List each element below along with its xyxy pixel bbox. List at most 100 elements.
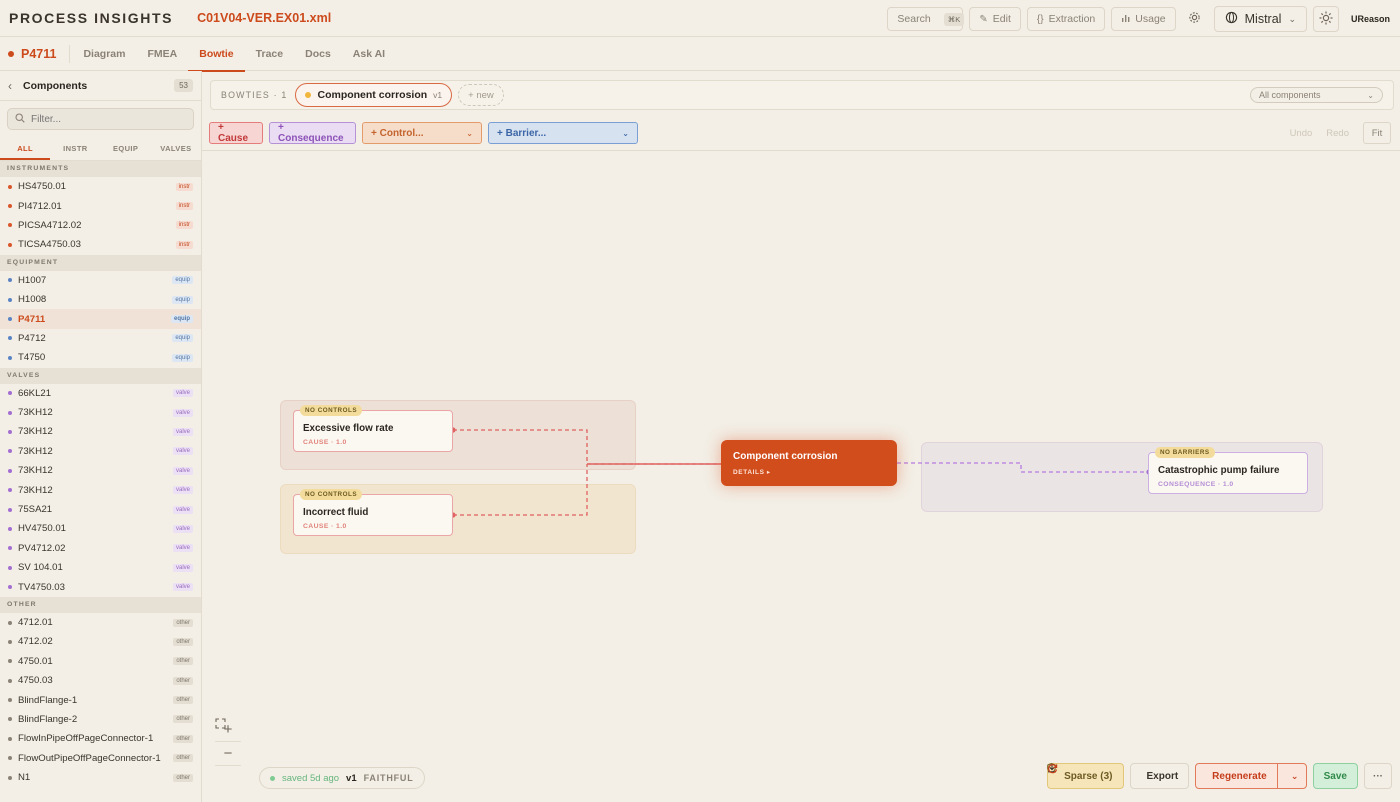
regenerate-options-button[interactable]: ⌄ [1284, 764, 1306, 788]
cause-node[interactable]: NO CONTROLS Excessive flow rate CAUSE · … [293, 405, 453, 452]
cause-node[interactable]: NO CONTROLS Incorrect fluid CAUSE · 1.0 [293, 489, 453, 536]
component-item[interactable]: TV4750.03 valve [0, 577, 201, 596]
component-filter-select[interactable]: All components ⌄ [1250, 87, 1383, 103]
filter-field[interactable] [7, 108, 194, 130]
fullscreen-button[interactable] [215, 718, 241, 790]
component-item[interactable]: H1007 equip [0, 271, 201, 290]
save-status: saved 5d ago v1 FAITHFUL [259, 767, 425, 789]
component-item[interactable]: 75SA21 valve [0, 500, 201, 519]
chevron-left-icon[interactable]: ‹ [8, 79, 12, 93]
model-selector[interactable]: Mistral ⌄ [1213, 6, 1307, 32]
top-bar: PROCESS INSIGHTS C01V04-VER.EX01.xml Sea… [0, 0, 1400, 37]
bowtie-chip-version: v1 [433, 90, 443, 100]
component-name: PV4712.02 [18, 542, 66, 554]
chevron-down-icon: ⌄ [1367, 90, 1374, 100]
component-name: 73KH12 [18, 445, 53, 457]
component-item[interactable]: BlindFlange-2 other [0, 710, 201, 729]
component-name: PICSA4712.02 [18, 219, 82, 231]
component-item[interactable]: P4712 equip [0, 329, 201, 348]
top-event-title: Component corrosion [733, 451, 838, 462]
filter-tab-all[interactable]: ALL [0, 137, 51, 160]
tab-bowtie[interactable]: Bowtie [188, 37, 246, 72]
filter-tab-valves[interactable]: VALVES [151, 137, 201, 160]
view-tabs: Diagram FMEA Bowtie Trace Docs Ask AI [72, 37, 396, 72]
gear-icon [1188, 11, 1201, 27]
component-item[interactable]: H1008 equip [0, 290, 201, 309]
search-button[interactable]: Search ⌘K [887, 7, 965, 31]
tab-diagram[interactable]: Diagram [72, 37, 136, 71]
filter-input[interactable] [31, 113, 186, 125]
filter-tab-instr[interactable]: INSTR [50, 137, 100, 160]
component-item[interactable]: PV4712.02 valve [0, 539, 201, 558]
component-type-dot [8, 659, 12, 664]
bowtie-canvas[interactable]: NO CONTROLS Excessive flow rate CAUSE · … [202, 151, 1400, 802]
component-type-dot [8, 717, 12, 722]
components-sidebar: ‹ Components 53 ALLINSTREQUIPVALVES INST… [0, 71, 202, 802]
component-item[interactable]: 4750.01 other [0, 652, 201, 671]
component-item[interactable]: FlowInPipeOffPageConnector-1 other [0, 729, 201, 748]
add-barrier-select[interactable]: + Barrier... ⌄ [488, 122, 638, 144]
redo-button[interactable]: Redo [1326, 128, 1349, 139]
usage-button[interactable]: Usage [1111, 7, 1176, 31]
consequence-node[interactable]: NO BARRIERS Catastrophic pump failure CO… [1148, 447, 1308, 494]
tab-ask-ai[interactable]: Ask AI [342, 37, 396, 71]
tab-fmea[interactable]: FMEA [136, 37, 188, 71]
edit-button[interactable]: ✎ Edit [969, 7, 1021, 31]
user-name[interactable]: UReason [1351, 14, 1390, 24]
component-type-dot [8, 429, 12, 434]
save-button[interactable]: Save [1312, 763, 1358, 789]
file-name[interactable]: C01V04-VER.EX01.xml [197, 11, 331, 25]
tab-trace[interactable]: Trace [245, 37, 294, 71]
component-item[interactable]: PI4712.01 instr [0, 196, 201, 215]
tab-docs[interactable]: Docs [294, 37, 342, 71]
component-item[interactable]: BlindFlange-1 other [0, 690, 201, 709]
add-control-select[interactable]: + Control... ⌄ [362, 122, 482, 144]
component-name: BlindFlange-1 [18, 694, 78, 706]
filter-tab-equip[interactable]: EQUIP [101, 137, 151, 160]
component-item[interactable]: PICSA4712.02 instr [0, 216, 201, 235]
cause-connector [453, 464, 588, 516]
bowtie-chip-active[interactable]: Component corrosion v1 [295, 83, 453, 107]
component-type-dot [8, 585, 12, 590]
regenerate-button[interactable]: Regenerate [1048, 764, 1278, 788]
component-type-dot [8, 526, 12, 531]
new-bowtie-button[interactable]: + new [458, 84, 504, 106]
add-cause-button[interactable]: + Cause [209, 122, 263, 144]
sparse-button[interactable]: Sparse (3) [1047, 763, 1124, 789]
fit-button[interactable]: Fit [1363, 122, 1391, 144]
component-item[interactable]: SV 104.01 valve [0, 558, 201, 577]
component-item[interactable]: 73KH12 valve [0, 480, 201, 499]
component-name: TV4750.03 [18, 581, 65, 593]
component-item[interactable]: HS4750.01 instr [0, 177, 201, 196]
component-item[interactable]: P4711 equip [0, 309, 201, 329]
component-item[interactable]: 4712.02 other [0, 632, 201, 651]
component-name: 4750.03 [18, 675, 53, 687]
component-name: BlindFlange-2 [18, 713, 78, 725]
component-type-dot [8, 242, 12, 247]
component-item[interactable]: FlowOutPipeOffPageConnector-1 other [0, 749, 201, 768]
component-type-dot [8, 449, 12, 454]
export-button[interactable]: Export [1048, 763, 1190, 789]
top-event-node[interactable]: Component corrosion DETAILS ▸ [721, 440, 897, 486]
project-dot [8, 50, 14, 57]
component-item[interactable]: 73KH12 valve [0, 422, 201, 441]
extraction-button[interactable]: {} Extraction [1026, 7, 1106, 31]
add-consequence-button[interactable]: + Consequence [269, 122, 356, 144]
component-item[interactable]: 73KH12 valve [0, 442, 201, 461]
component-item[interactable]: 4750.03 other [0, 671, 201, 690]
component-item[interactable]: 73KH12 valve [0, 403, 201, 422]
component-item[interactable]: 73KH12 valve [0, 461, 201, 480]
component-item[interactable]: 4712.01 other [0, 613, 201, 632]
zoom-out-button[interactable]: − [215, 742, 241, 766]
theme-toggle-button[interactable] [1312, 6, 1339, 32]
component-item[interactable]: N1 other [0, 768, 201, 787]
component-item[interactable]: HV4750.01 valve [0, 519, 201, 538]
component-item[interactable]: TICSA4750.03 instr [0, 235, 201, 254]
undo-button[interactable]: Undo [1290, 128, 1313, 139]
component-item[interactable]: 66KL21 valve [0, 384, 201, 403]
component-type-dot [8, 391, 12, 396]
top-event-details-link[interactable]: DETAILS ▸ [733, 468, 885, 476]
settings-button[interactable] [1181, 6, 1208, 32]
more-options-button[interactable]: ··· [1364, 763, 1392, 789]
component-item[interactable]: T4750 equip [0, 348, 201, 367]
